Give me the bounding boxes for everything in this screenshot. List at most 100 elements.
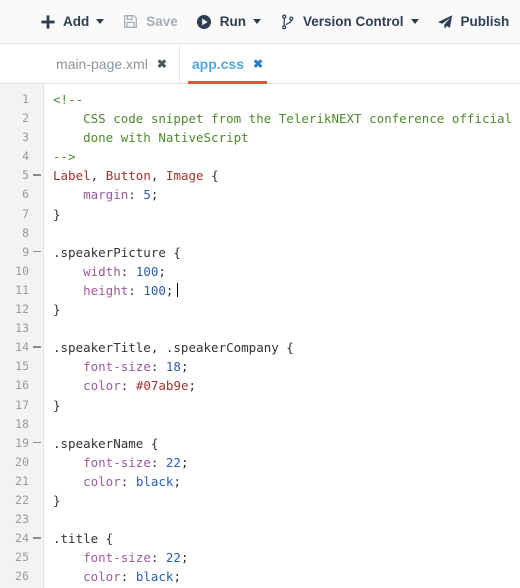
code-fold-toggle-icon[interactable] (33, 537, 41, 539)
code-line[interactable]: } (53, 491, 520, 510)
code-line[interactable]: --> (53, 147, 520, 166)
text-cursor (177, 282, 179, 297)
line-number[interactable]: 11 (0, 281, 43, 300)
line-number-gutter[interactable]: 1 2 3 4 5 6 7 8 9 10 11 12 13 14 15 16 17 18 19 20 21 22 23 24 2… (0, 84, 44, 588)
code-line[interactable]: .speakerTitle, .speakerCompany { (53, 338, 520, 357)
line-number[interactable]: 23 (0, 510, 43, 529)
line-number[interactable]: 20 (0, 453, 43, 472)
line-number[interactable]: 7 (0, 205, 43, 224)
line-number[interactable]: 12 (0, 300, 43, 319)
code-fold-toggle-icon[interactable] (33, 174, 41, 176)
code-token-prop: margin (83, 187, 129, 203)
line-number[interactable]: 13 (0, 319, 43, 338)
code-fold-toggle-icon[interactable] (33, 346, 41, 348)
chevron-down-icon[interactable] (410, 19, 419, 24)
line-number-text: 9 (22, 244, 29, 259)
code-line[interactable]: .speakerPicture { (53, 243, 520, 262)
code-line[interactable]: .title { (53, 529, 520, 548)
code-token-num: 5 (143, 187, 151, 203)
line-number-text: 7 (22, 206, 29, 221)
chevron-down-icon[interactable] (253, 19, 262, 24)
tab-main-page-xml[interactable]: main-page.xml ✖ (44, 44, 180, 83)
line-number-text: 21 (15, 473, 29, 488)
code-line[interactable] (53, 319, 520, 338)
line-number-text: 18 (15, 416, 29, 431)
line-number[interactable]: 1 (0, 90, 43, 109)
line-number-text: 8 (22, 225, 29, 240)
line-number[interactable]: 6 (0, 185, 43, 204)
toolbar-version-control-button[interactable]: Version Control (270, 0, 428, 44)
code-token-punct (53, 264, 83, 279)
code-token-punct (53, 474, 83, 489)
code-token-elem: Image (165, 168, 204, 184)
close-icon[interactable]: ✖ (157, 58, 167, 70)
code-token-comment: --> (53, 149, 76, 165)
line-number[interactable]: 10 (0, 262, 43, 281)
line-number[interactable]: 5 (0, 166, 43, 185)
line-number-text: 10 (15, 263, 29, 278)
code-line[interactable]: } (53, 205, 520, 224)
toolbar-add-button[interactable]: Add (30, 0, 113, 44)
line-number[interactable]: 24 (0, 529, 43, 548)
line-number-text: 3 (22, 130, 29, 145)
line-number[interactable]: 19 (0, 434, 43, 453)
code-line[interactable]: Label, Button, Image { (53, 166, 520, 185)
code-editor[interactable]: 1 2 3 4 5 6 7 8 9 10 11 12 13 14 15 16 17 18 19 20 21 22 23 24 2… (0, 84, 520, 588)
code-line[interactable]: <!-- (53, 90, 520, 109)
line-number[interactable]: 25 (0, 548, 43, 567)
code-token-class: .speakerPicture { (53, 244, 181, 260)
code-token-prop: color (83, 473, 121, 489)
toolbar-add-label: Add (63, 13, 90, 29)
chevron-down-icon[interactable] (96, 19, 105, 24)
code-line[interactable]: done with NativeScript (53, 128, 520, 147)
code-line[interactable]: CSS code snippet from the TelerikNEXT co… (53, 109, 520, 128)
code-token-hex: #07ab9e (135, 378, 189, 394)
toolbar-run-button[interactable]: Run (187, 0, 270, 44)
code-line[interactable]: height: 100; (53, 281, 520, 300)
line-number[interactable]: 9 (0, 243, 43, 262)
line-number-text: 6 (22, 187, 29, 202)
code-surface[interactable]: <!-- CSS code snippet from the TelerikNE… (44, 84, 520, 588)
code-line[interactable]: font-size: 22; (53, 453, 520, 472)
close-icon[interactable]: ✖ (253, 58, 263, 70)
code-line[interactable]: color: #07ab9e; (53, 376, 520, 395)
line-number[interactable]: 18 (0, 415, 43, 434)
code-line[interactable]: font-size: 18; (53, 357, 520, 376)
line-number[interactable]: 17 (0, 396, 43, 415)
line-number[interactable]: 16 (0, 376, 43, 395)
line-number[interactable]: 15 (0, 357, 43, 376)
line-number[interactable]: 22 (0, 491, 43, 510)
line-number[interactable]: 3 (0, 128, 43, 147)
line-number[interactable]: 2 (0, 109, 43, 128)
code-token-punct (53, 569, 83, 584)
code-token-punct: } (53, 397, 61, 413)
tab-app-css[interactable]: app.css ✖ (180, 44, 275, 84)
code-token-num: 22 (165, 550, 181, 566)
code-token-class: .speakerName { (53, 435, 159, 451)
code-line[interactable] (53, 415, 520, 434)
code-token-punct: : (150, 454, 166, 470)
code-line[interactable]: color: black; (53, 567, 520, 586)
code-line[interactable]: } (53, 300, 520, 319)
code-line[interactable]: } (53, 396, 520, 415)
line-number-text: 15 (15, 359, 29, 374)
code-fold-toggle-icon[interactable] (33, 441, 41, 444)
line-number[interactable]: 26 (0, 567, 43, 586)
code-token-class: .speakerTitle, .speakerCompany { (53, 340, 294, 356)
line-number[interactable]: 21 (0, 472, 43, 491)
code-token-punct: : (120, 263, 136, 279)
code-line[interactable] (53, 224, 520, 243)
line-number[interactable]: 4 (0, 147, 43, 166)
code-line[interactable]: margin: 5; (53, 185, 520, 204)
code-token-punct: ; (173, 473, 181, 489)
line-number[interactable]: 8 (0, 224, 43, 243)
code-line[interactable]: .speakerName { (53, 434, 520, 453)
code-line[interactable]: font-size: 22; (53, 548, 520, 567)
code-line[interactable]: color: black; (53, 472, 520, 491)
toolbar-publish-button[interactable]: Publish (428, 0, 519, 44)
line-number[interactable]: 14 (0, 338, 43, 357)
code-line[interactable]: width: 100; (53, 262, 520, 281)
line-number-text: 23 (15, 512, 29, 527)
code-fold-toggle-icon[interactable] (33, 250, 41, 253)
code-line[interactable] (53, 510, 520, 529)
